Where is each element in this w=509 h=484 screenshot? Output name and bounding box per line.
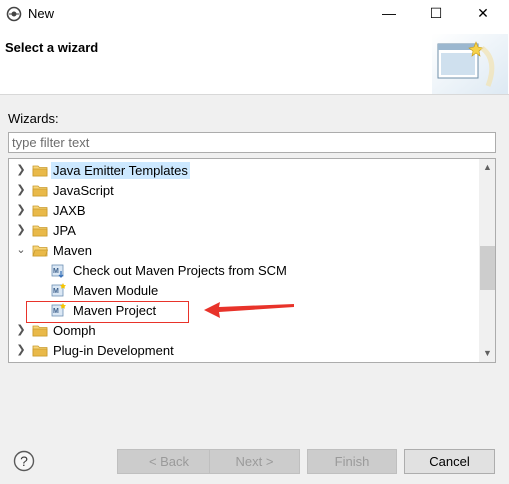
tree-item-label: Plug-in Development [53, 343, 174, 358]
folder-icon [32, 185, 48, 197]
tree-item-label: Maven [53, 243, 93, 258]
chevron-right-icon[interactable]: ❯ [15, 200, 27, 220]
folder-icon [32, 225, 48, 237]
tree-item-plugin-development[interactable]: ❯ Plug-in Development [9, 340, 477, 360]
title-bar: New — ☐ ✕ [0, 0, 509, 28]
tree-scrollbar[interactable]: ▲ ▼ [479, 159, 495, 362]
banner-title: Select a wizard [5, 40, 99, 55]
new-wizard-icon [432, 34, 508, 94]
close-button[interactable]: ✕ [460, 0, 506, 28]
next-button[interactable]: Next > [209, 449, 300, 474]
scroll-thumb[interactable] [480, 246, 495, 290]
chevron-right-icon[interactable]: ❯ [15, 160, 27, 180]
folder-icon [32, 205, 48, 217]
chevron-right-icon[interactable]: ❯ [15, 340, 27, 360]
chevron-right-icon[interactable]: ❯ [15, 320, 27, 340]
svg-text:M: M [53, 288, 59, 295]
scroll-down-icon[interactable]: ▼ [479, 345, 495, 362]
maven-module-icon: M [51, 283, 66, 297]
annotation-arrow-icon [204, 302, 294, 318]
window-title: New [28, 6, 55, 21]
folder-open-icon [32, 245, 48, 257]
annotation-highlight-box [26, 301, 189, 323]
finish-button[interactable]: Finish [307, 449, 397, 474]
cancel-button[interactable]: Cancel [404, 449, 495, 474]
scroll-up-icon[interactable]: ▲ [479, 159, 495, 176]
tree-item-jaxb[interactable]: ❯ JAXB [9, 200, 477, 220]
tree-item-label: Maven Module [73, 283, 159, 298]
svg-text:M: M [53, 268, 59, 275]
help-icon[interactable]: ? [13, 450, 35, 472]
folder-icon [32, 345, 48, 357]
tree-item-jpa[interactable]: ❯ JPA [9, 220, 477, 240]
tree-item-oomph[interactable]: ❯ Oomph [9, 320, 477, 340]
filter-input[interactable] [8, 132, 496, 153]
eclipse-app-icon [6, 6, 22, 22]
tree-item-label: Check out Maven Projects from SCM [73, 263, 287, 278]
tree-item-java-emitter-templates[interactable]: ❯ Java Emitter Templates [9, 160, 477, 180]
tree-item-label: Oomph [53, 323, 96, 338]
folder-icon [32, 325, 48, 337]
maven-checkout-icon: M [51, 264, 64, 278]
tree-item-label: Java Emitter Templates [51, 162, 190, 179]
svg-text:?: ? [20, 453, 28, 469]
chevron-right-icon[interactable]: ❯ [15, 220, 27, 240]
tree-item-javascript[interactable]: ❯ JavaScript [9, 180, 477, 200]
minimize-button[interactable]: — [366, 0, 412, 28]
tree-item-label: JAXB [53, 203, 86, 218]
tree-item-label: JavaScript [53, 183, 114, 198]
maximize-button[interactable]: ☐ [413, 0, 459, 28]
back-button[interactable]: < Back [117, 449, 221, 474]
wizard-banner: Select a wizard [0, 28, 509, 95]
chevron-down-icon[interactable]: ⌄ [15, 240, 27, 260]
tree-item-label: JPA [53, 223, 76, 238]
chevron-right-icon[interactable]: ❯ [15, 180, 27, 200]
wizard-tree[interactable]: ❯ Java Emitter Templates ❯ JavaScript ❯ … [8, 158, 496, 363]
wizards-label: Wizards: [8, 111, 59, 126]
tree-item-maven-checkout[interactable]: M Check out Maven Projects from SCM [9, 260, 477, 280]
folder-icon [32, 165, 48, 177]
tree-item-maven[interactable]: ⌄ Maven [9, 240, 477, 260]
